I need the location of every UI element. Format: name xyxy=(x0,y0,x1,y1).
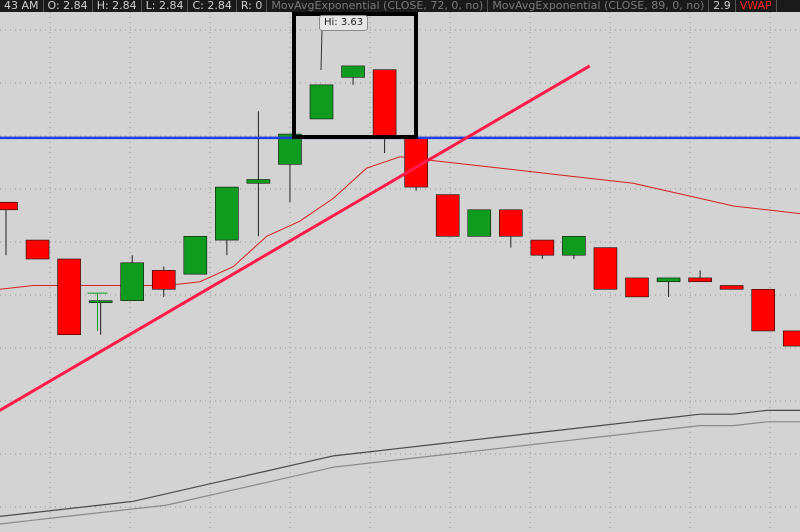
candle[interactable] xyxy=(719,285,744,290)
candle-body xyxy=(25,239,50,260)
bubble-pointer xyxy=(320,28,323,71)
candle-body xyxy=(625,277,649,298)
header-open: O: 2.84 xyxy=(44,0,93,12)
candle-body xyxy=(593,247,618,290)
candle[interactable] xyxy=(120,255,144,301)
high-price-bubble: Hi: 3.63 xyxy=(319,15,369,31)
candle-body xyxy=(435,194,460,237)
candle[interactable] xyxy=(309,84,334,120)
candle[interactable] xyxy=(688,270,712,283)
candle[interactable] xyxy=(0,201,18,256)
candle-body xyxy=(246,179,271,184)
candle[interactable] xyxy=(246,111,271,237)
candle-body xyxy=(0,201,18,211)
candle[interactable] xyxy=(57,258,81,336)
candlesticks[interactable] xyxy=(0,65,800,347)
candle-body xyxy=(309,84,334,120)
candle-body xyxy=(120,262,144,301)
chart-area[interactable]: 43 AM O: 2.84 H: 2.84 L: 2.84 C: 2.84 R: 0 Mov… xyxy=(0,0,800,532)
study-ema-89[interactable]: MovAvgExponential (CLOSE, 89, 0, no) xyxy=(488,0,710,12)
study-ema-72[interactable]: MovAvgExponential (CLOSE, 72, 0, no) xyxy=(267,0,489,12)
header-high: H: 2.84 xyxy=(93,0,142,12)
candle-body xyxy=(498,209,523,237)
study-header-bar: 43 AM O: 2.84 H: 2.84 L: 2.84 C: 2.84 R: 0 Mov… xyxy=(0,0,800,12)
candle[interactable] xyxy=(782,330,800,347)
candle-body xyxy=(688,277,712,283)
candle-body xyxy=(151,270,176,290)
candle-body xyxy=(88,300,113,303)
candle-body xyxy=(530,239,555,256)
candle-body xyxy=(57,258,81,336)
drawings[interactable] xyxy=(0,12,800,412)
candle-body xyxy=(215,186,239,241)
candle[interactable] xyxy=(25,239,50,260)
candle-body xyxy=(782,330,800,347)
candle[interactable] xyxy=(215,186,239,256)
candle[interactable] xyxy=(751,288,776,332)
candle[interactable] xyxy=(498,209,523,248)
candle[interactable] xyxy=(372,69,397,153)
study-value: 2.9 xyxy=(709,0,736,12)
study-vwap[interactable]: VWAP xyxy=(736,0,777,12)
header-low: L: 2.84 xyxy=(142,0,189,12)
candle-body xyxy=(183,235,208,275)
candle[interactable] xyxy=(404,137,428,191)
candle[interactable] xyxy=(435,194,460,237)
candle-body xyxy=(751,288,776,332)
candle-body xyxy=(656,277,681,283)
candle[interactable] xyxy=(183,235,208,275)
ema-72-line xyxy=(0,409,800,517)
candle[interactable] xyxy=(562,235,586,259)
candle[interactable] xyxy=(151,266,176,297)
candle-body xyxy=(467,209,492,237)
candle-body xyxy=(719,285,744,290)
header-close: C: 2.84 xyxy=(188,0,237,12)
candle-body xyxy=(562,235,586,256)
candle[interactable] xyxy=(625,277,649,298)
candle[interactable] xyxy=(656,277,681,297)
candle[interactable] xyxy=(593,247,618,290)
candle-body xyxy=(372,69,397,139)
candle[interactable] xyxy=(467,209,492,237)
candle[interactable] xyxy=(88,300,113,335)
ema-89-line xyxy=(0,421,800,525)
grid xyxy=(0,12,800,532)
candle[interactable] xyxy=(530,239,555,259)
candle[interactable] xyxy=(341,65,365,85)
price-chart[interactable] xyxy=(0,0,800,532)
candle[interactable] xyxy=(278,133,302,203)
header-time: 43 AM xyxy=(0,0,44,12)
header-range: R: 0 xyxy=(237,0,268,12)
candle-body xyxy=(341,65,365,78)
